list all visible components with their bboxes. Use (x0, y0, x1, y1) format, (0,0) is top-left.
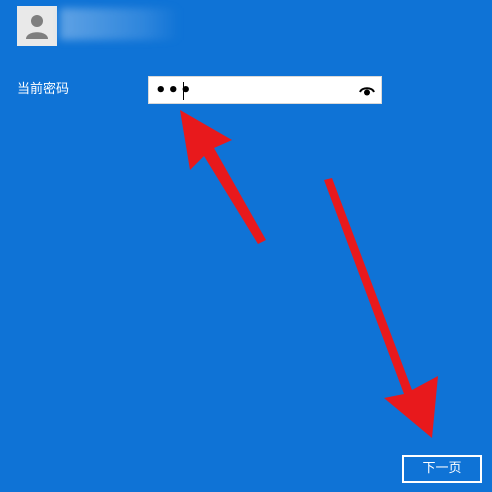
password-masked-value: ••• (155, 80, 193, 101)
annotation-arrow-to-password (180, 110, 266, 244)
eye-icon[interactable] (359, 83, 375, 99)
annotation-arrow-to-next (324, 178, 438, 438)
user-avatar-icon (26, 15, 48, 39)
user-avatar (17, 6, 57, 46)
username-blurred (60, 8, 180, 40)
next-page-button[interactable]: 下一页 (402, 455, 482, 483)
annotation-arrows (180, 110, 438, 438)
current-password-label: 当前密码 (17, 82, 70, 97)
text-caret (183, 82, 184, 100)
current-password-field[interactable]: ••• (148, 76, 382, 104)
